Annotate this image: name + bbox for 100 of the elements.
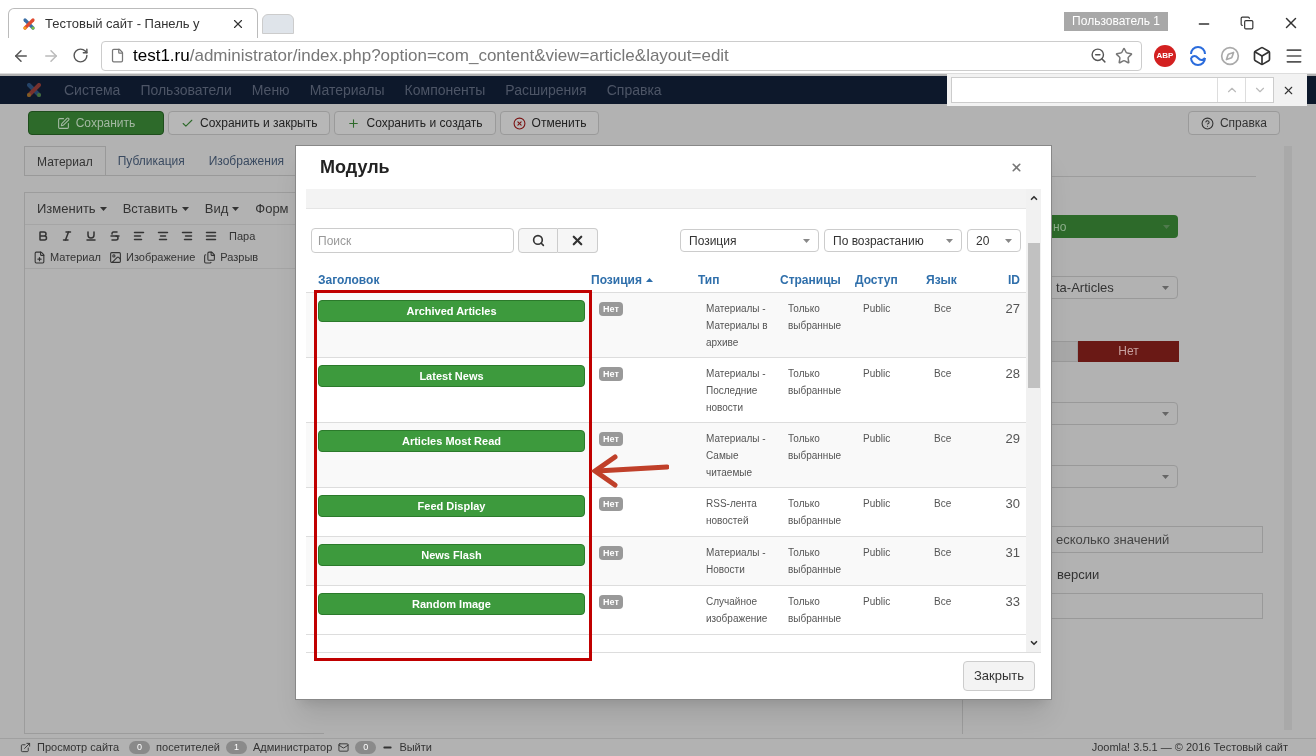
underline-icon[interactable] [85,230,97,242]
table-cell-text: 27 [1004,300,1021,318]
bookmark-star-icon[interactable] [1115,46,1133,65]
status-text: посетителей [156,740,220,756]
module-select-button[interactable]: News Flash [318,544,585,566]
count-badge: 0 [129,740,151,755]
filter-select[interactable]: Позиция [680,229,819,252]
table-cell-text: 33 [1004,593,1021,611]
scroll-up-icon[interactable] [1028,193,1039,203]
filter-select[interactable]: 20 [967,229,1021,252]
filter-select[interactable]: По возрастанию [824,229,962,252]
table-cell-text: Только выбранные [787,546,843,577]
position-badge: Нет [599,546,623,560]
external-link-icon [20,742,31,753]
toolbar-button[interactable]: Сохранить и создать [334,111,496,135]
version-label: версии [1057,566,1101,584]
insert-button[interactable]: Материал [33,249,101,266]
table-cell-text: Public [862,546,892,560]
column-header[interactable]: Позиция [591,271,698,289]
editor-menu-item[interactable]: Вид [204,198,240,219]
table-cell-text: Все [933,497,953,511]
caret-icon [1163,224,1170,229]
table-cell-text: 28 [1004,365,1021,383]
browser-tab[interactable]: Тестовый сайт - Панель у [8,8,258,38]
table-cell-text: Только выбранные [787,497,843,528]
table-cell-text: 30 [1004,495,1021,513]
plus-icon [347,116,361,130]
editor-tab[interactable]: Публикация [105,146,197,175]
bold-icon[interactable] [37,230,49,242]
sort-ascending-icon [645,278,653,282]
image-icon [109,251,122,264]
editor-menu-item[interactable]: Изменить [37,198,107,219]
scroll-down-icon[interactable] [1028,638,1039,648]
address-bar[interactable]: test1.ru/administrator/index.php?option=com_content&view=article&layout=edit [101,40,1142,71]
search-icon [531,234,545,247]
italic-icon[interactable] [61,230,73,242]
toggle-option[interactable]: Нет [1078,341,1179,362]
restore-icon[interactable] [1240,16,1254,30]
joomla-logo-icon [24,80,44,100]
table-cell-text: Public [862,367,892,381]
scrollbar-thumb[interactable] [1027,243,1040,388]
footer-text: Joomla! 3.5.1 — © 2016 Тестовый сайт [1091,740,1288,756]
insert-button[interactable]: Разрыв [203,249,259,266]
table-cell-text: Public [862,595,892,609]
table-cell-text: Материалы - Последние новости [705,367,767,415]
table-cell-text: Только выбранные [787,595,843,626]
align-center-icon[interactable] [157,230,169,242]
caret-icon [181,206,189,211]
paragraph-format-select[interactable]: Пара [229,227,256,245]
table-cell-text: Материалы - Новости [705,546,767,577]
module-select-button[interactable]: Random Image [318,593,585,615]
table-cell-text: Public [862,432,892,446]
help-button[interactable]: Справка [1187,111,1280,135]
toolbar-button[interactable]: Отменить [499,111,600,135]
align-right-icon[interactable] [181,230,193,242]
align-justify-icon[interactable] [205,230,217,242]
table-cell-text: 29 [1004,430,1021,448]
clear-icon [570,233,585,248]
insert-button[interactable]: Изображение [109,249,196,266]
column-header[interactable]: Доступ [855,271,926,289]
count-badge: 1 [225,740,247,755]
caret-icon [946,238,953,243]
page-icon [110,48,125,63]
search-field[interactable]: Поиск [311,228,514,253]
column-header[interactable]: Заголовок [306,271,591,289]
module-select-button[interactable]: Articles Most Read [318,430,585,452]
table-cell-text: Все [933,546,953,560]
caret-icon [1162,474,1169,479]
table-cell-text: Public [862,302,892,316]
column-header[interactable]: Тип [698,271,780,289]
editor-tab[interactable]: Материал [24,146,106,175]
module-select-button[interactable]: Archived Articles [318,300,585,322]
editor-tab[interactable]: Изображения [196,146,297,175]
strikethrough-icon[interactable] [109,230,121,242]
zoom-icon[interactable] [1090,47,1107,64]
caret-icon [232,206,240,211]
logout-link[interactable]: Выйти [399,739,432,756]
position-badge: Нет [599,302,623,316]
caret-icon [99,206,107,211]
module-select-button[interactable]: Feed Display [318,495,585,517]
align-left-icon[interactable] [133,230,145,242]
preview-link[interactable]: Просмотр сайта [37,739,120,756]
module-select-button[interactable]: Latest News [318,365,585,387]
toolbar-button[interactable]: Сохранить [28,111,164,135]
editor-menu-item[interactable]: Форм [255,198,289,219]
position-badge: Нет [599,367,623,381]
table-cell-text: Public [862,497,892,511]
pages-icon [203,251,217,264]
editor-menu-item[interactable]: Вставить [122,198,189,219]
caret-icon [1162,411,1169,416]
search-button[interactable] [518,228,558,253]
close-button[interactable]: Закрыть [962,661,1035,691]
cube-icon[interactable] [1252,45,1272,66]
column-header[interactable]: Страницы [780,271,855,289]
toolbar-button[interactable]: Сохранить и закрыть [168,111,331,135]
position-badge: Нет [599,432,623,446]
clear-button[interactable] [558,228,598,253]
reload-icon[interactable] [72,47,89,64]
table-cell-text: Только выбранные [787,367,843,398]
adblock-extension-icon[interactable]: ABP [1154,44,1176,67]
